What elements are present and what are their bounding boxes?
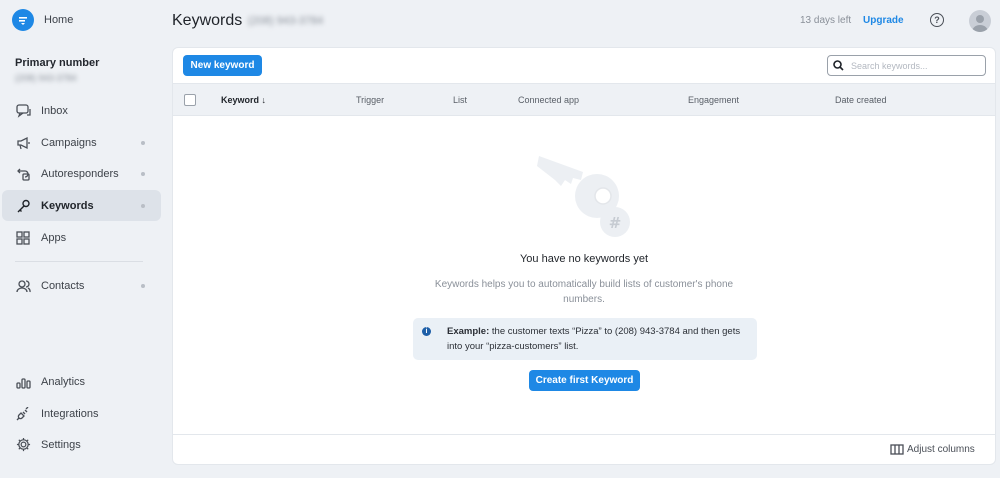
column-list[interactable]: List: [453, 95, 467, 105]
help-icon[interactable]: ?: [930, 13, 944, 27]
avatar[interactable]: [969, 10, 991, 32]
page-phone-number: (208) 943-3784: [248, 15, 324, 27]
column-date-created[interactable]: Date created: [835, 95, 887, 105]
keywords-panel: New keyword Keyword ↓ Trigger List Conne…: [172, 47, 996, 465]
sidebar-item-label: Integrations: [41, 407, 99, 420]
search-input[interactable]: [851, 60, 981, 71]
contacts-icon: [15, 278, 31, 294]
empty-state-title: You have no keywords yet: [519, 253, 648, 265]
primary-number-value: (208) 943-3784: [15, 73, 77, 83]
status-dot: [141, 171, 145, 176]
empty-state-description: Keywords helps you to automatically buil…: [434, 279, 734, 305]
example-text-block: Example: the customer texts “Pizza” to (…: [447, 324, 751, 354]
sidebar-item-keywords[interactable]: Keywords: [2, 190, 161, 221]
adjust-columns-label: Adjust columns: [907, 444, 975, 455]
app-logo-icon: [12, 9, 34, 31]
sidebar-item-integrations[interactable]: Integrations: [2, 398, 161, 429]
sidebar-item-label: Keywords: [41, 199, 94, 212]
column-trigger[interactable]: Trigger: [356, 95, 384, 105]
adjust-columns-button[interactable]: Adjust columns: [890, 444, 975, 455]
sidebar-item-campaigns[interactable]: Campaigns: [2, 127, 161, 158]
sidebar-item-inbox[interactable]: Inbox: [2, 95, 161, 126]
empty-keywords-illustration: #: [537, 156, 630, 237]
upgrade-link[interactable]: Upgrade: [863, 15, 904, 26]
primary-number-title: Primary number: [15, 57, 100, 69]
sidebar-item-label: Analytics: [41, 375, 86, 388]
sidebar-item-autoresponders[interactable]: Autoresponders: [2, 158, 161, 189]
home-label: Home: [44, 14, 74, 26]
sidebar-item-label: Campaigns: [41, 136, 97, 149]
sidebar-item-settings[interactable]: Settings: [2, 429, 161, 460]
column-connected-app[interactable]: Connected app: [518, 95, 579, 105]
example-callout: i Example: the customer texts “Pizza” to…: [413, 318, 757, 360]
example-label: Example:: [447, 326, 490, 337]
sidebar-item-contacts[interactable]: Contacts: [2, 270, 161, 301]
sidebar-item-label: Settings: [41, 438, 81, 451]
sidebar-item-apps[interactable]: Apps: [2, 222, 161, 253]
megaphone-icon: [15, 135, 31, 151]
sidebar-divider: [15, 261, 143, 262]
plug-icon: [15, 406, 31, 422]
example-text: the customer texts “Pizza” to (208) 943-…: [447, 326, 741, 352]
sidebar-item-label: Inbox: [41, 104, 68, 117]
select-all-checkbox[interactable]: [184, 94, 196, 106]
key-icon: [15, 198, 31, 214]
sort-arrow-down-icon: ↓: [261, 95, 267, 105]
home-link[interactable]: Home: [12, 9, 73, 31]
columns-icon: [890, 444, 904, 455]
apps-grid-icon: [15, 230, 31, 246]
column-engagement[interactable]: Engagement: [688, 95, 739, 105]
sidebar: Home Primary number (208) 943-3784 Inbox…: [0, 0, 168, 478]
create-first-keyword-button[interactable]: Create first Keyword: [529, 370, 640, 391]
panel-footer-divider: [173, 434, 995, 435]
page-title: Keywords: [172, 12, 243, 29]
sidebar-item-label: Apps: [41, 231, 67, 244]
column-keyword[interactable]: Keyword ↓: [221, 95, 266, 105]
sidebar-item-analytics[interactable]: Analytics: [2, 366, 161, 397]
analytics-icon: [15, 374, 31, 390]
trial-remaining: 13 days left: [800, 15, 852, 26]
gear-icon: [15, 437, 31, 453]
search-icon: [833, 60, 847, 71]
status-dot: [141, 283, 145, 288]
column-label: Keyword: [221, 95, 260, 105]
inbox-icon: [15, 103, 31, 119]
table-header: Keyword ↓ Trigger List Connected app Eng…: [173, 83, 995, 116]
autoresponder-icon: [15, 166, 31, 182]
sidebar-item-label: Autoresponders: [41, 167, 119, 180]
info-icon: i: [422, 327, 431, 336]
sidebar-item-label: Contacts: [41, 279, 85, 292]
search-box[interactable]: [827, 55, 986, 76]
primary-number-block: Primary number (208) 943-3784: [15, 57, 99, 83]
status-dot: [141, 203, 145, 208]
new-keyword-button[interactable]: New keyword: [183, 55, 262, 76]
svg-text:#: #: [609, 214, 622, 232]
status-dot: [141, 140, 145, 145]
